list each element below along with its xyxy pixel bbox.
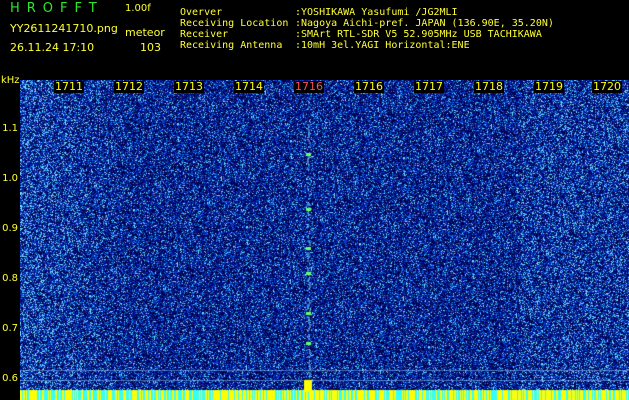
info-row-observer: Overver :YOSHIKAWA Yasufumi /JG2MLI <box>180 7 554 18</box>
x-tick: 1713 <box>174 80 204 93</box>
app-title: HROFFT <box>10 1 104 16</box>
info-row-receiver: Receiver :SMArt RTL-SDR V5 52.905MHz USB … <box>180 29 554 40</box>
y-tick: 0.6 <box>2 373 18 384</box>
spectrogram-canvas <box>20 80 629 400</box>
filename-label: YY2611241710.png <box>10 22 118 35</box>
info-value: :10mH 3el.YAGI Horizontal:ENE <box>295 40 470 51</box>
version-label: 1.00f <box>125 3 151 14</box>
info-key: Receiving Location <box>180 18 289 29</box>
x-tick: 1717 <box>414 80 444 93</box>
meteor-label: meteor <box>125 26 165 39</box>
info-key: Overver <box>180 7 223 18</box>
y-tick: 0.8 <box>2 273 18 284</box>
x-tick-active: 1716 <box>294 80 324 93</box>
info-value: :Nagoya Aichi-pref. JAPAN (136.90E, 35.2… <box>295 18 554 29</box>
info-value: :SMArt RTL-SDR V5 52.905MHz USB TACHIKAW… <box>295 29 542 40</box>
y-tick: 1.0 <box>2 173 18 184</box>
info-key: Receiver <box>180 29 229 40</box>
x-tick: 1720 <box>592 80 622 93</box>
x-tick: 1711 <box>54 80 84 93</box>
spectrogram-plot <box>20 80 629 400</box>
y-tick: 0.7 <box>2 323 18 334</box>
x-tick: 1716 <box>354 80 384 93</box>
meteor-count: 103 <box>140 41 161 54</box>
info-value: :YOSHIKAWA Yasufumi /JG2MLI <box>295 7 458 18</box>
info-row-antenna: Receiving Antenna :10mH 3el.YAGI Horizont… <box>180 40 554 51</box>
x-tick: 1719 <box>534 80 564 93</box>
info-key: Receiving Antenna <box>180 40 283 51</box>
station-info: Overver :YOSHIKAWA Yasufumi /JG2MLI Recei… <box>180 7 554 51</box>
x-tick: 1718 <box>474 80 504 93</box>
x-tick: 1714 <box>234 80 264 93</box>
info-row-location: Receiving Location :Nagoya Aichi-pref. JA… <box>180 18 554 29</box>
x-tick: 1712 <box>114 80 144 93</box>
y-axis-unit: kHz <box>1 75 20 86</box>
y-tick: 1.1 <box>2 123 18 134</box>
y-tick: 0.9 <box>2 223 18 234</box>
timestamp-label: 26.11.24 17:10 <box>10 41 95 54</box>
